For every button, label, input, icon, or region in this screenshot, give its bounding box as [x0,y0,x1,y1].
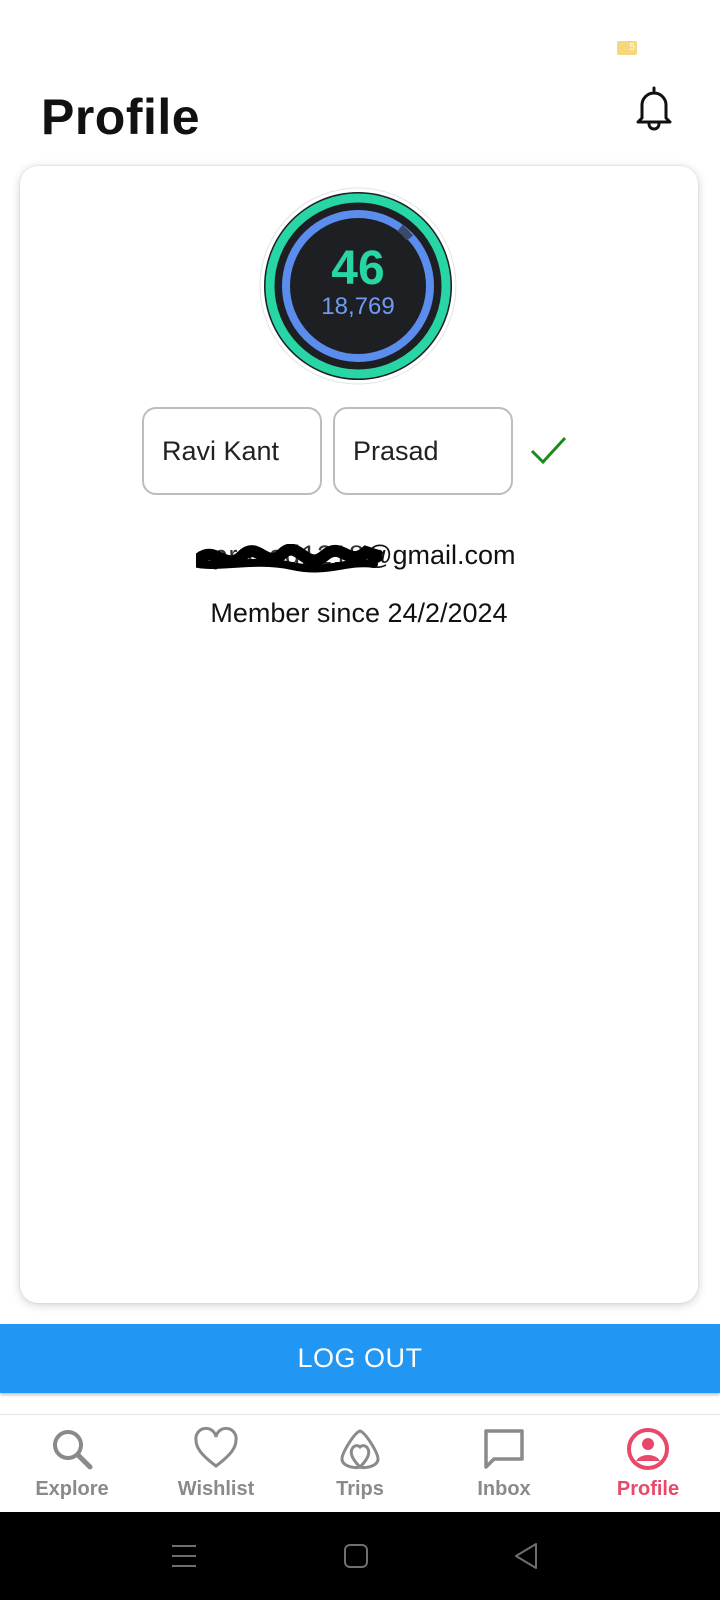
bottom-nav: Explore Wishlist Trips Inbox Profile [0,1414,720,1512]
notifications-button[interactable] [628,80,680,136]
email-domain: @gmail.com [365,540,516,570]
nav-label-inbox: Inbox [477,1478,531,1500]
first-name-field[interactable]: Ravi Kant [142,407,322,495]
nav-label-explore: Explore [35,1478,109,1500]
heart-icon [194,1427,238,1468]
level-points: 18,769 [321,293,395,320]
nav-explore[interactable]: Explore [0,1415,144,1513]
profile-card: 46 18,769 Ravi Kant Prasad rprasad1218@g… [20,166,698,1303]
back-icon[interactable] [508,1538,544,1574]
notification-status-badge: 5 [617,41,637,55]
nav-wishlist[interactable]: Wishlist [144,1415,288,1513]
nav-profile[interactable]: Profile [576,1415,720,1513]
level-badge: 46 18,769 [258,186,458,386]
page-title: Profile [41,89,201,145]
last-name-field[interactable]: Prasad [333,407,513,495]
level-number: 46 [331,242,385,295]
menu-icon[interactable] [166,1538,202,1574]
email-text: rprasad1218@gmail.com [196,540,516,573]
system-nav-bar [0,1512,720,1600]
nav-label-profile: Profile [616,1478,680,1500]
logout-button[interactable]: LOG OUT [0,1324,720,1393]
header: Profile [0,70,720,160]
check-icon [530,436,567,465]
user-circle-icon [627,1428,669,1470]
nav-trips[interactable]: Trips [288,1415,432,1513]
nav-inbox[interactable]: Inbox [432,1415,576,1513]
search-icon [53,1430,93,1470]
save-name-button[interactable] [528,430,568,470]
nav-label-wishlist: Wishlist [177,1478,255,1500]
redaction-scribble [196,544,383,573]
nav-label-trips: Trips [336,1478,384,1500]
member-since: Member since 24/2/2024 [210,598,508,628]
status-bar: 5 [0,0,720,70]
bell-icon [636,86,672,131]
message-icon [484,1429,524,1469]
airbnb-logo-icon [340,1429,380,1470]
home-icon[interactable] [338,1538,374,1574]
email-address: rprasad1218@gmail.com [20,540,698,573]
